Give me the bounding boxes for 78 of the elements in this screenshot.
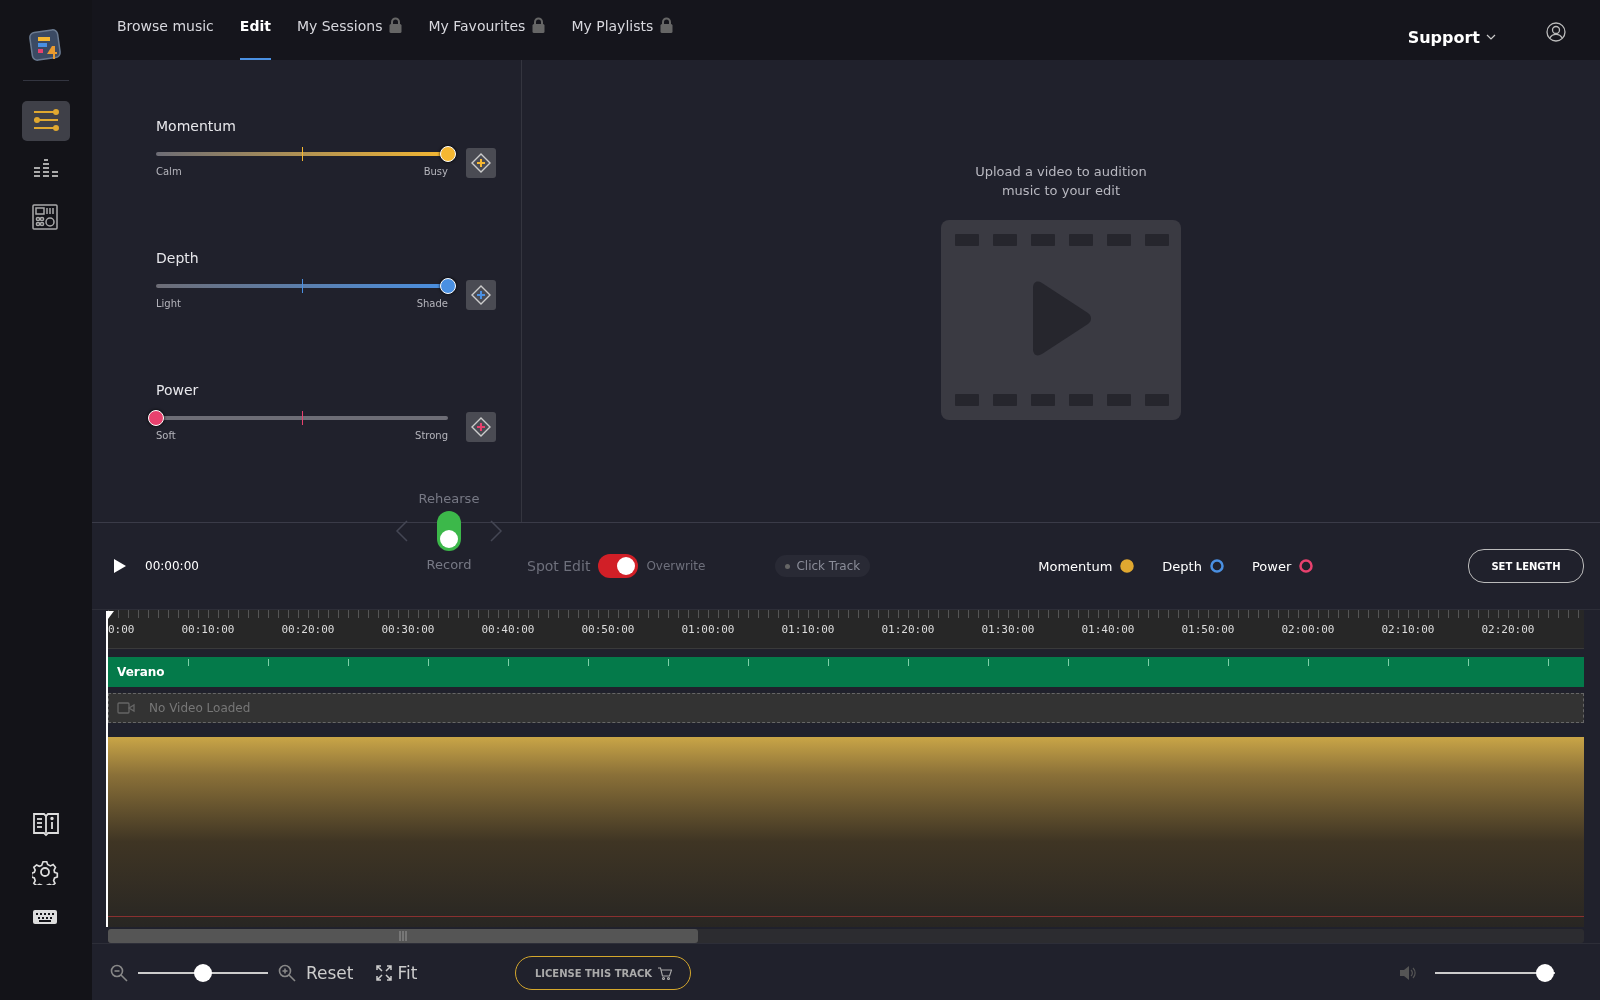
settings-icon[interactable] [32,859,60,885]
tick-label: 00:30:00 [380,622,436,638]
tick-label: 01:20:00 [880,622,936,638]
sidebar-item[interactable] [22,101,70,141]
tick-label: 0:00 [108,622,136,638]
cart-icon [658,966,672,980]
diamond-plus-icon [471,417,491,437]
add-keyframe-button[interactable] [466,280,496,310]
tick-label: 00:40:00 [480,622,536,638]
sliders-icon [32,108,60,134]
slider-thumb[interactable] [148,410,164,426]
range-label: Strong [415,430,448,441]
mode-label: Record [426,556,472,572]
reset-button[interactable]: Reset [306,963,354,983]
legend-label: Power [1251,558,1292,574]
upload-message: Upload a video to audition music to your edit [974,163,1148,200]
mode-toggle[interactable] [437,510,461,551]
tick-label: 01:30:00 [980,622,1036,638]
tick-label: 00:50:00 [580,622,636,638]
nav-tab[interactable]: My Favourites [428,0,546,60]
slider-thumb[interactable] [1536,964,1555,982]
tick-label: 01:10:00 [780,622,836,638]
play-icon[interactable] [113,558,127,574]
legend-dot[interactable] [1209,559,1224,573]
video-camera-icon [117,702,135,714]
set-length-button[interactable]: SET LENGTH [1468,549,1584,583]
expand-icon [375,965,392,981]
tick-label: 01:00:00 [680,622,736,638]
tick-label: 02:10:00 [1380,622,1436,638]
diamond-plus-icon [471,285,491,305]
scroll-thumb[interactable] [108,929,698,943]
range-label: Soft [156,430,176,441]
legend-label: Depth [1162,558,1202,574]
slider-thumb[interactable] [440,146,456,162]
audio-track[interactable]: Verano [108,657,1584,687]
range-label: Busy [423,166,448,177]
time-readout: 00:00:00 [145,559,200,573]
range-label: Light [156,298,181,309]
range-label: Shade [416,298,448,309]
add-keyframe-button[interactable] [466,148,496,178]
zoom-out-icon[interactable] [110,964,128,982]
tick-label: 00:20:00 [280,622,336,638]
fit-button[interactable]: Fit [375,963,418,983]
grip-icon [399,931,407,941]
nav-tab[interactable]: Edit [239,0,271,60]
tick-label: 02:00:00 [1280,622,1336,638]
overwrite-label: Overwrite [646,559,706,573]
slider-label: Momentum [156,118,237,134]
legend-dot[interactable] [1299,559,1314,573]
slider-thumb[interactable] [440,278,456,294]
control-panel-icon [32,204,60,230]
zoom-in-icon[interactable] [278,964,296,982]
diamond-plus-icon [471,153,491,173]
support-menu[interactable]: Support [1407,27,1496,47]
tick-label: 01:50:00 [1180,622,1236,638]
nav-tab[interactable]: My Sessions [296,0,403,60]
spot-edit-label: Spot Edit [527,558,591,574]
tick-label: 02:20:00 [1480,622,1536,638]
chevron-down-icon [1486,34,1496,40]
range-label: Calm [156,166,182,177]
add-keyframe-button[interactable] [466,412,496,442]
legend-label: Momentum [1038,558,1113,574]
mode-label: Rehearse [418,490,480,506]
legend-dot[interactable] [1120,559,1135,573]
track-name: Verano [117,665,165,679]
tick-label: 01:40:00 [1080,622,1136,638]
book-info-icon[interactable] [32,811,60,837]
slider-label: Power [156,382,200,398]
user-icon[interactable] [1546,22,1566,42]
no-video-label: No Video Loaded [149,701,251,715]
tick-label: 00:10:00 [180,622,236,638]
scrollbar[interactable] [108,929,1584,943]
spot-edit-switch[interactable] [598,554,639,578]
slider-label: Depth [156,250,200,266]
nav-tab[interactable]: Browse music [117,0,214,60]
nav-tab[interactable]: My Playlists [571,0,674,60]
slider-thumb[interactable] [194,964,212,982]
click-track-button[interactable]: Click Track [775,555,871,577]
